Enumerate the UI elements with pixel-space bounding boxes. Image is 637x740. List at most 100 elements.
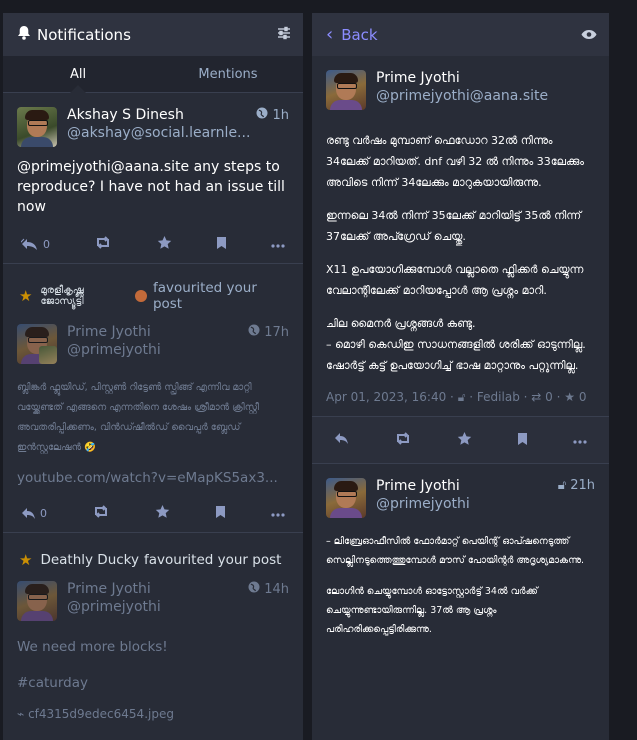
reply-count: 0 — [40, 506, 47, 520]
attachment-filename: cf4315d9edec6454.jpeg — [28, 707, 174, 721]
status-item[interactable]: Akshay S Dinesh @akshay@social.learnle..… — [3, 93, 303, 264]
time-value: 1h — [272, 107, 289, 123]
status-meta: Apr 01, 2023, 16:40 · 🔓︎ · Fedilab · ⇄ 0… — [326, 390, 587, 404]
notification-tabs: All Mentions — [3, 56, 303, 93]
bookmark-icon[interactable] — [517, 432, 528, 449]
column-title: Notifications — [37, 25, 131, 44]
notification-verb: favourited your post — [152, 280, 257, 312]
status-content: @primejyothi@aana.site any steps to repr… — [17, 159, 285, 215]
paragraph: – ലിബ്രേഓഫീസിൽ ഫോർമാറ്റ് പെയിന്റ് ഓപ്ഷനെ… — [326, 536, 585, 566]
globe-icon — [248, 324, 260, 340]
paragraph: ചില മൈനർ പ്രശ്നങ്ങൾ കണ്ടു. — [326, 317, 476, 330]
status-content: ബ്ലിങ്കർ ഫ്ലൂയിഡ്, പിസ്റ്റൺ റിട്ടേൺ സ്പ്… — [17, 382, 259, 453]
hashtag-link[interactable]: #caturday — [17, 673, 289, 693]
account-handle[interactable]: @primejyothi — [376, 496, 552, 512]
avatar[interactable] — [17, 581, 57, 621]
notification-actor[interactable]: Deathly Ducky — [40, 552, 139, 568]
reply-status[interactable]: Prime Jyothi @primejyothi 🔓︎ 21h – ലിബ്ര… — [312, 464, 609, 661]
display-name[interactable]: Prime Jyothi — [67, 581, 242, 597]
account-handle[interactable]: @primejyothi@aana.site — [376, 88, 595, 104]
display-name[interactable]: Akshay S Dinesh — [67, 107, 250, 123]
account-handle[interactable]: @primejyothi — [67, 599, 242, 615]
boost-icon[interactable] — [94, 236, 112, 252]
status-content: We need more blocks! — [17, 639, 168, 655]
thread-column: ‹ Back Prime Jyothi @primejyothi@aana.si… — [312, 13, 609, 740]
tab-all[interactable]: All — [3, 56, 153, 93]
notification-line: ★ മുരളീകൃഷ്ണ ജോസ്യൂട്ടി favourited your … — [17, 280, 289, 312]
notification-line: ★ Deathly Ducky favourited your post — [17, 551, 289, 569]
paragraph: – മൊഴി കെഡിഇ സാധനങ്ങളിൽ ശരിക്ക് ഓടുന്നില… — [326, 338, 586, 372]
boost-icon[interactable] — [92, 505, 110, 521]
small-avatar — [39, 346, 57, 364]
back-button[interactable]: Back — [341, 26, 581, 44]
eye-icon[interactable] — [581, 26, 597, 44]
paperclip-icon: ⌁ — [17, 707, 25, 721]
status-content: – ലിബ്രേഓഫീസിൽ ഫോർമാറ്റ് പെയിന്റ് ഓപ്ഷനെ… — [326, 532, 595, 639]
notification-actor[interactable]: മുരളീകൃഷ്ണ ജോസ്യൂട്ടി — [40, 285, 129, 307]
avatar[interactable] — [326, 70, 366, 110]
display-name[interactable]: Prime Jyothi — [67, 324, 242, 340]
avatar[interactable] — [17, 107, 57, 147]
star-icon: ★ — [19, 551, 33, 569]
tab-mentions[interactable]: Mentions — [153, 56, 303, 92]
time-value: 21h — [570, 478, 595, 493]
reply-button[interactable]: 0 — [21, 238, 50, 251]
time-value: 17h — [264, 324, 289, 340]
detail-actions — [312, 416, 609, 464]
notification-item[interactable]: ★ Deathly Ducky favourited your post Pri… — [3, 533, 303, 731]
globe-icon — [256, 107, 268, 123]
paragraph: ലോഗിൻ ചെയ്യുമ്പോൾ ഓട്ടോസ്റ്റാർട്ട് 34ൽ വ… — [326, 586, 538, 635]
reply-button[interactable]: 0 — [21, 507, 47, 520]
account-handle[interactable]: @primejyothi — [67, 342, 242, 358]
reply-count: 0 — [43, 237, 50, 251]
status-time[interactable]: 1h — [256, 107, 289, 123]
notification-verb: favourited your post — [144, 552, 282, 568]
status-link[interactable]: youtube.com/watch?v=eMapKS5ax3... — [17, 470, 289, 486]
avatar[interactable] — [17, 324, 57, 364]
more-icon[interactable] — [271, 507, 285, 520]
focused-status[interactable]: Prime Jyothi @primejyothi@aana.site രണ്ട… — [312, 56, 609, 416]
status-time[interactable]: 17h — [248, 324, 289, 340]
time-value: 14h — [264, 581, 289, 597]
paragraph: X11 ഉപയോഗിക്കുമ്പോൾ വല്ലാതെ ഫ്ലിക്കർ ചെയ… — [326, 263, 584, 297]
boost-count[interactable]: 0 — [545, 390, 553, 404]
lock-open-icon: 🔓︎ — [457, 390, 466, 404]
status-date[interactable]: Apr 01, 2023, 16:40 — [326, 390, 446, 404]
star-icon: ★ — [564, 390, 576, 404]
status-time[interactable]: 🔓︎ 21h — [558, 478, 595, 493]
more-icon[interactable] — [573, 434, 587, 447]
chevron-left-icon[interactable]: ‹ — [326, 25, 333, 44]
status-actions: 0 — [17, 504, 289, 522]
notifications-column: Notifications All Mentions Akshay S Dine… — [3, 13, 303, 740]
account-handle[interactable]: @akshay@social.learnle... — [67, 125, 250, 141]
thread-header: ‹ Back — [312, 13, 609, 56]
attachment-link[interactable]: ⌁ cf4315d9edec6454.jpeg — [17, 707, 289, 721]
lock-open-icon: 🔓︎ — [557, 478, 567, 493]
boost-icon: ⇄ — [531, 390, 542, 404]
star-icon[interactable] — [157, 235, 172, 253]
globe-icon — [248, 581, 260, 597]
star-icon[interactable] — [155, 504, 170, 522]
fav-count[interactable]: 0 — [579, 390, 587, 404]
status-time[interactable]: 14h — [248, 581, 289, 597]
reply-icon — [22, 507, 35, 519]
reply-icon[interactable] — [334, 432, 349, 448]
status-actions: 0 — [17, 235, 289, 253]
paragraph: രണ്ടു വർഷം മുമ്പാണ് ഫെഡോറ 32ൽ നിന്നും 34… — [326, 134, 585, 189]
reply-all-icon — [21, 238, 37, 250]
avatar[interactable] — [326, 478, 366, 518]
boost-icon[interactable] — [394, 432, 412, 448]
bell-icon — [17, 25, 31, 44]
notification-item[interactable]: ★ മുരളീകൃഷ്ണ ജോസ്യൂട്ടി favourited your … — [3, 264, 303, 533]
settings-sliders-icon[interactable] — [277, 26, 291, 44]
bookmark-icon[interactable] — [216, 236, 227, 253]
app-name[interactable]: Fedilab — [477, 390, 520, 404]
notifications-header[interactable]: Notifications — [3, 13, 303, 56]
emoji-icon — [135, 290, 147, 302]
status-content: രണ്ടു വർഷം മുമ്പാണ് ഫെഡോറ 32ൽ നിന്നും 34… — [326, 130, 595, 376]
more-icon[interactable] — [271, 238, 285, 251]
display-name[interactable]: Prime Jyothi — [376, 478, 552, 494]
display-name[interactable]: Prime Jyothi — [376, 70, 595, 86]
bookmark-icon[interactable] — [215, 505, 226, 522]
star-icon[interactable] — [457, 431, 472, 449]
